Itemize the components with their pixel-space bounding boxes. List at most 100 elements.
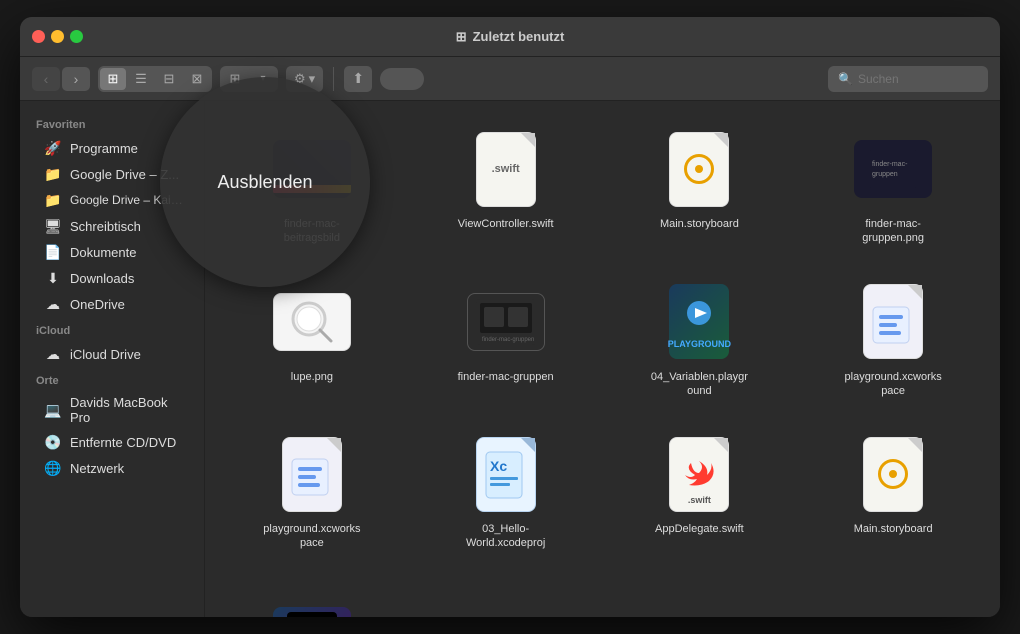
- file-icon-xcworkspace1: [853, 282, 933, 362]
- window-title-text: Zuletzt benutzt: [473, 29, 565, 44]
- sidebar-item-icloud[interactable]: ☁ iCloud Drive: [24, 341, 200, 367]
- view-list-button[interactable]: ☰: [128, 68, 154, 90]
- view-icon-button[interactable]: ⊞: [100, 68, 126, 90]
- icloud-icon: ☁: [44, 345, 62, 363]
- file-icon-storyboard: [659, 129, 739, 209]
- search-input[interactable]: [858, 72, 978, 86]
- nav-buttons: ‹ ›: [32, 67, 90, 91]
- dokumente-icon: 📄: [44, 243, 62, 261]
- close-button[interactable]: [32, 30, 45, 43]
- file-item-appdelegate[interactable]: .swift AppDelegate.swift: [613, 426, 787, 559]
- view-columns-button[interactable]: ⊟: [156, 68, 182, 90]
- file-icon-xcodeproj: Xc: [466, 434, 546, 514]
- file-label: AppDelegate.swift: [655, 522, 744, 536]
- xcproj-icon: Xc: [476, 437, 536, 512]
- macbook-icon: 💻: [44, 401, 62, 419]
- svg-text:finder-mac-gruppen: finder-mac-gruppen: [482, 337, 534, 343]
- file-label: Main.storyboard: [660, 217, 739, 231]
- view-cover-button[interactable]: ⊠: [184, 68, 210, 90]
- folder-icon-2: 📁: [44, 191, 62, 209]
- file-label: ViewController.swift: [458, 217, 554, 231]
- file-label: Main.storyboard: [854, 522, 933, 536]
- dark-image-icon: finder-mac- gruppen: [854, 140, 932, 198]
- storyboard-icon-2: [863, 437, 923, 512]
- swift-icon: .swift: [476, 132, 536, 207]
- file-label: 03_Hello-World.xcodeproj: [456, 522, 556, 551]
- sidebar-item-label: iCloud Drive: [70, 347, 141, 362]
- xcworkspace-icon-1: [863, 284, 923, 359]
- file-icon-lupe: [272, 282, 352, 362]
- share-button[interactable]: ⬆: [344, 66, 372, 92]
- file-item-partial[interactable]: [225, 579, 399, 617]
- tooltip-text: Ausblenden: [217, 172, 312, 193]
- swift-icon-2: .swift: [669, 437, 729, 512]
- downloads-icon: ⬇: [44, 269, 62, 287]
- locations-label: Orte: [20, 367, 204, 391]
- gear-dropdown-icon: ▾: [309, 71, 316, 87]
- maximize-button[interactable]: [70, 30, 83, 43]
- playground-icon: PLAYGROUND: [669, 284, 729, 359]
- sidebar-item-label: Davids MacBook Pro: [70, 395, 188, 425]
- file-icon-appdelegate: .swift: [659, 434, 739, 514]
- search-icon: 🔍: [838, 72, 853, 86]
- storyboard-icon: [669, 132, 729, 207]
- desktop-icon: 🖥: [44, 217, 62, 235]
- minimize-button[interactable]: [51, 30, 64, 43]
- traffic-lights: [32, 30, 83, 43]
- file-item-xcworkspace1[interactable]: playground.xcworkspace: [806, 274, 980, 407]
- folder-icon: 📁: [44, 165, 62, 183]
- file-item-playground[interactable]: PLAYGROUND 04_Variablen.playground: [613, 274, 787, 407]
- titlebar: ⊞ Zuletzt benutzt: [20, 17, 1000, 57]
- search-box[interactable]: 🔍: [828, 66, 988, 92]
- sidebar-item-downloads[interactable]: ⬇ Downloads: [24, 265, 200, 291]
- svg-text:gruppen: gruppen: [872, 171, 898, 178]
- file-icon-viewcontroller: .swift: [466, 129, 546, 209]
- sidebar-item-label: Dokumente: [70, 245, 136, 260]
- svg-text:finder-mac-: finder-mac-: [872, 161, 908, 168]
- partial-icon: [273, 607, 351, 617]
- file-label: playground.xcworkspace: [843, 370, 943, 399]
- file-item-xcodeproj[interactable]: Xc 03_Hello-World.xcodeproj: [419, 426, 593, 559]
- sidebar-item-label: Downloads: [70, 271, 134, 286]
- file-label: finder-mac-gruppen: [458, 370, 554, 384]
- icloud-label: iCloud: [20, 317, 204, 341]
- file-item-finder-gruppen-png[interactable]: finder-mac- gruppen finder-mac-gruppen.p…: [806, 121, 980, 254]
- toolbar-separator: [333, 67, 334, 91]
- back-button[interactable]: ‹: [32, 67, 60, 91]
- file-icon-xcworkspace2: [272, 434, 352, 514]
- lupe-thumbnail: [273, 293, 351, 351]
- sidebar-item-dokumente[interactable]: 📄 Dokumente: [24, 239, 200, 265]
- xcworkspace-icon-2: [282, 437, 342, 512]
- file-icon-dark-screenshot: finder-mac-gruppen: [466, 282, 546, 362]
- network-icon: 🌐: [44, 459, 62, 477]
- file-label: 04_Variablen.playground: [649, 370, 749, 399]
- file-label: playground.xcworkspace: [262, 522, 362, 551]
- sidebar-item-label: Programme: [70, 141, 138, 156]
- file-item-xcworkspace2[interactable]: playground.xcworkspace: [225, 426, 399, 559]
- tooltip-circle: Ausblenden: [160, 77, 370, 287]
- onedrive-icon: ☁: [44, 295, 62, 313]
- file-icon-playground: PLAYGROUND: [659, 282, 739, 362]
- file-icon-storyboard2: [853, 434, 933, 514]
- window-title-icon: ⊞: [456, 29, 467, 45]
- file-item-main-storyboard2[interactable]: Main.storyboard: [806, 426, 980, 559]
- view-buttons: ⊞ ☰ ⊟ ⊠: [98, 66, 212, 92]
- file-icon-finder-gruppen: finder-mac- gruppen: [853, 129, 933, 209]
- cd-icon: 💿: [44, 433, 62, 451]
- sidebar-item-cd[interactable]: 💿 Entfernte CD/DVD: [24, 429, 200, 455]
- file-item-lupe[interactable]: lupe.png: [225, 274, 399, 407]
- svg-text:Xc: Xc: [490, 458, 507, 474]
- toolbar: ‹ › ⊞ ☰ ⊟ ⊠ ⊞ ▾ ⚙ ▾ ⬆ 🔍: [20, 57, 1000, 101]
- sidebar-item-macbook[interactable]: 💻 Davids MacBook Pro: [24, 391, 200, 429]
- file-item-finder-mac-gruppen[interactable]: finder-mac-gruppen finder-mac-gruppen: [419, 274, 593, 407]
- sidebar-item-netzwerk[interactable]: 🌐 Netzwerk: [24, 455, 200, 481]
- file-label: lupe.png: [291, 370, 333, 384]
- pill-button[interactable]: [380, 68, 424, 90]
- file-item-viewcontroller[interactable]: .swift ViewController.swift: [419, 121, 593, 254]
- sidebar-item-label: OneDrive: [70, 297, 125, 312]
- sidebar-item-label: Entfernte CD/DVD: [70, 435, 176, 450]
- forward-button[interactable]: ›: [62, 67, 90, 91]
- file-item-main-storyboard[interactable]: Main.storyboard: [613, 121, 787, 254]
- sidebar-item-onedrive[interactable]: ☁ OneDrive: [24, 291, 200, 317]
- sidebar-item-label: Schreibtisch: [70, 219, 141, 234]
